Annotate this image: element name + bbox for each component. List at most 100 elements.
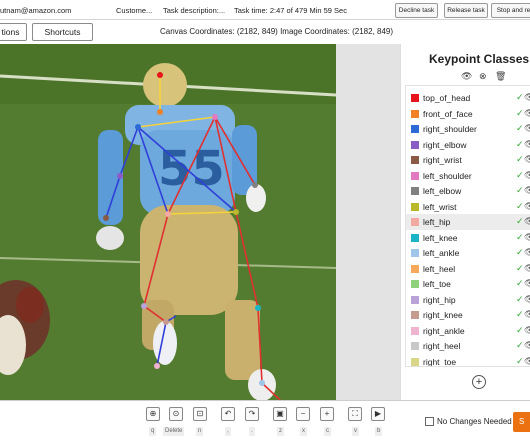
add-keypoint-icon[interactable]: + [472,375,486,389]
keypoint-label: top_of_head [423,93,471,103]
eye-icon[interactable]: 👁 [524,123,530,134]
eye-icon[interactable]: 👁 [524,247,530,258]
task-description-link[interactable]: Task description:... [163,6,225,15]
keypoint-item-right-toe[interactable]: right_toe ✓👁 [406,354,530,367]
keypoint-item-left-elbow[interactable]: left_elbow ✓👁 [406,183,530,199]
eye-icon[interactable]: 👁 [524,263,530,274]
check-icon: ✓ [516,107,524,118]
keypoint-item-top-of-head[interactable]: top_of_head ✓👁 [406,90,530,106]
keypoint-label: left_heel [423,263,456,274]
submit-button[interactable]: S [513,412,530,432]
shortcuts-button[interactable]: Shortcuts [32,23,93,41]
no-changes-checkbox[interactable] [425,417,434,426]
zoom-out-icon[interactable]: − [296,407,310,421]
color-swatch [411,311,419,319]
eye-icon[interactable]: 👁 [524,108,530,119]
check-icon: ✓ [516,324,524,335]
fit-icon[interactable]: ▣ [273,407,287,421]
check-icon: ✓ [516,216,524,226]
top-bar: utnam@amazon.com Custome... Task descrip… [0,0,530,20]
eye-icon[interactable]: 👁 [524,139,530,150]
customer-link[interactable]: Custome... [116,6,152,15]
keypoint-label: left_knee [423,232,458,243]
keypoint-item-left-hip[interactable]: left_hip ✓👁 [406,214,530,230]
keypoint-label: right_shoulder [423,124,477,134]
eye-icon[interactable]: 👁 [524,170,530,181]
redo-icon[interactable]: ↷ [245,407,259,421]
eye-icon[interactable]: 👁 [524,325,530,336]
photo-with-keypoints[interactable]: 55 [0,44,336,400]
add-point-icon[interactable]: ⊕ [146,407,160,421]
shortcut-key: z [277,427,284,436]
eye-icon[interactable]: 👁 [524,278,530,289]
decline-task-button[interactable]: Decline task [395,3,438,18]
keypoint-label: right_heel [423,341,461,351]
trash-icon[interactable]: 🗑 [495,71,506,82]
color-swatch [411,156,419,164]
eye-icon[interactable]: 👁 [524,340,530,351]
svg-text:55: 55 [158,141,225,197]
keypoint-item-right-shoulder[interactable]: right_shoulder ✓👁 [406,121,530,137]
keypoint-label: left_ankle [423,248,460,258]
color-swatch [411,202,419,211]
color-swatch [411,94,419,102]
keypoint-label: left_wrist [423,201,457,212]
hide-icon[interactable]: ⊗ [479,71,487,82]
release-task-button[interactable]: Release task [444,3,488,18]
keypoint-item-left-wrist[interactable]: left_wrist ✓👁 [406,199,530,215]
reset-view-icon[interactable]: ⛶ [348,407,362,421]
keypoint-item-front-of-face[interactable]: front_of_face ✓👁 [406,106,530,122]
check-icon: ✓ [516,309,524,319]
shortcut-key: q [149,427,157,436]
zoom-in-icon[interactable]: + [320,407,334,421]
keypoint-label: left_toe [423,279,451,289]
keypoint-item-left-shoulder[interactable]: left_shoulder ✓👁 [406,168,530,184]
keypoint-label: right_toe [423,356,457,367]
keypoint-item-left-ankle[interactable]: left_ankle ✓👁 [406,245,530,261]
color-swatch [411,249,419,257]
no-changes-label: No Changes Needed [437,417,512,426]
eye-icon[interactable]: 👁 [524,309,530,320]
color-swatch [411,280,419,288]
keypoint-label: right_wrist [423,155,462,165]
eye-icon[interactable]: 👁 [461,71,472,82]
check-icon: ✓ [516,123,524,133]
eye-icon[interactable]: 👁 [524,92,530,103]
eye-icon[interactable]: 👁 [524,185,530,196]
keypoint-label: left_hip [423,217,451,227]
keypoint-item-left-heel[interactable]: left_heel ✓👁 [406,261,530,277]
undo-icon[interactable]: ↶ [221,407,235,421]
keypoint-item-right-ankle[interactable]: right_ankle ✓👁 [406,323,530,339]
keypoint-item-right-heel[interactable]: right_heel ✓👁 [406,338,530,354]
check-icon: ✓ [516,278,524,288]
eye-icon[interactable]: 👁 [524,232,530,243]
keypoint-item-right-elbow[interactable]: right_elbow ✓👁 [406,137,530,153]
instructions-button[interactable]: tions [0,23,27,41]
next-point-icon[interactable]: ⊡ [193,407,207,421]
check-icon: ✓ [516,247,524,257]
eye-icon[interactable]: 👁 [524,154,530,165]
color-swatch [411,171,419,180]
user-email: utnam@amazon.com [0,6,72,15]
keypoint-item-left-toe[interactable]: left_toe ✓👁 [406,276,530,292]
keypoint-item-right-knee[interactable]: right_knee ✓👁 [406,307,530,323]
check-icon: ✓ [516,355,524,366]
play-icon[interactable]: ▶ [371,407,385,421]
stop-and-resume-button[interactable]: Stop and re [491,3,530,18]
eye-icon[interactable]: 👁 [524,356,530,367]
eye-icon[interactable]: 👁 [524,201,530,212]
check-icon: ✓ [516,185,524,195]
color-swatch [411,187,419,195]
color-swatch [411,357,419,366]
eye-icon[interactable]: 👁 [524,216,530,227]
eye-icon[interactable]: 👁 [524,294,530,305]
color-swatch [411,233,419,242]
keypoint-item-right-wrist[interactable]: right_wrist ✓👁 [406,152,530,168]
bottom-toolbar: ⊕ ⊙ ⊡ ↶ ↷ ▣ − + ⛶ ▶ q Delete n , . z x c… [0,400,530,442]
delete-point-icon[interactable]: ⊙ [169,407,183,421]
check-icon: ✓ [516,138,524,149]
shortcut-key: , [225,427,231,436]
keypoint-item-left-knee[interactable]: left_knee ✓👁 [406,230,530,246]
annotation-canvas[interactable]: 55 [0,44,336,400]
keypoint-item-right-hip[interactable]: right_hip ✓👁 [406,292,530,308]
